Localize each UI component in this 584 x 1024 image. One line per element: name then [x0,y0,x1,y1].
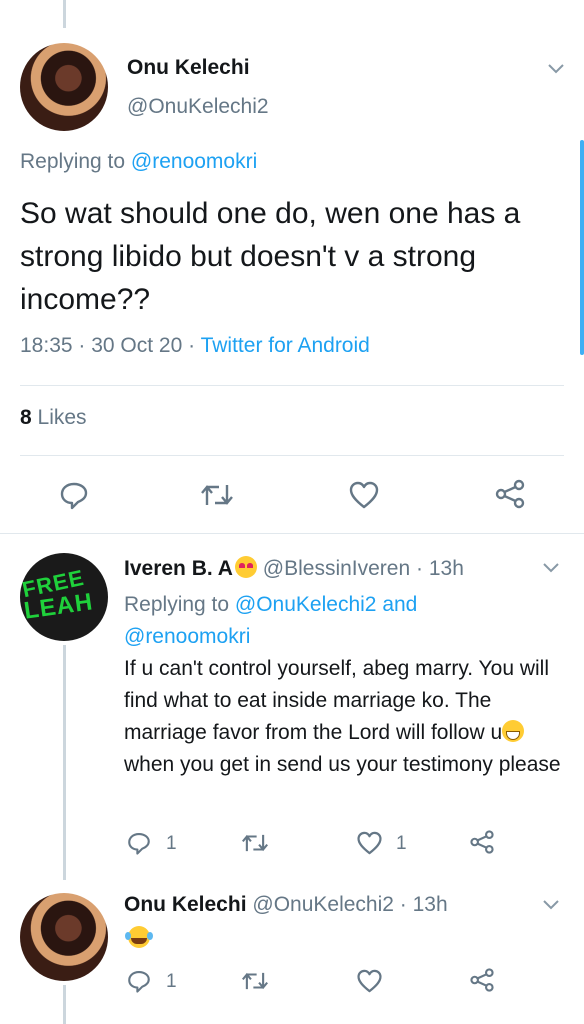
tweet-source[interactable]: Twitter for Android [201,334,370,357]
replying-prefix: Replying to [20,150,131,173]
thread-line [63,645,66,880]
tweet-meta: 18:35 · 30 Oct 20 · Twitter for Android [20,334,370,358]
replying-and: and [376,593,418,616]
share-icon[interactable] [494,478,526,510]
replying-to-link[interactable]: @renoomokri [131,150,257,173]
heart-eyes-emoji-icon [234,556,257,578]
author-name[interactable]: Onu Kelechi [127,56,250,80]
retweet-icon[interactable] [199,479,235,511]
chevron-down-icon[interactable] [540,556,562,578]
heart-icon[interactable] [356,830,383,856]
tweet-time: 18:35 [20,334,73,357]
divider [20,385,564,386]
tweet-age: 13h [428,557,464,580]
avatar[interactable]: FREE LEAH [20,553,108,641]
divider [0,533,584,534]
reply-text-part: If u can't control yourself, abeg marry.… [124,657,549,744]
tears-of-joy-emoji-icon [125,926,150,948]
reply-header: Onu Kelechi @OnuKelechi2 · 13h [124,893,448,916]
reply-text: If u can't control yourself, abeg marry.… [124,653,569,781]
divider [20,455,564,456]
meta-separator: · [182,334,201,357]
replying-prefix: Replying to [124,593,235,616]
grinning-emoji-icon [502,720,525,742]
retweet-icon[interactable] [240,830,270,856]
replying-to: Replying to @OnuKelechi2 and @renoomokri [124,589,554,653]
tweet-age: 13h [412,893,448,916]
tweet-date: 30 Oct 20 [91,334,183,357]
heart-icon[interactable] [356,968,383,994]
author-handle[interactable]: @OnuKelechi2 [252,893,394,916]
retweet-icon[interactable] [240,968,270,994]
likes-label: Likes [31,406,87,429]
heart-icon[interactable] [348,480,380,510]
replying-to: Replying to @renoomokri [20,150,257,174]
reply-icon[interactable] [126,968,152,994]
reply-header: Iveren B. A @BlessinIveren · 13h [124,556,464,580]
thread-line-top [63,0,66,28]
meta-separator: · [72,334,92,357]
avatar[interactable] [20,43,108,131]
reply-text-part: when you get in send us your testimony p… [124,753,561,776]
author-name[interactable]: Iveren B. A [124,557,233,580]
chevron-down-icon[interactable] [545,57,567,79]
reply-count: 1 [166,971,177,992]
like-count: 1 [396,833,407,854]
scrollbar[interactable] [580,140,584,355]
avatar[interactable] [20,893,108,981]
share-icon[interactable] [469,967,495,993]
author-handle[interactable]: @OnuKelechi2 [127,95,269,119]
likes-count: 8 [20,406,32,429]
replying-to-link[interactable]: @OnuKelechi2 [235,593,377,616]
reply-icon[interactable] [58,479,90,511]
likes-stat[interactable]: 8 Likes [20,406,87,430]
reply-icon[interactable] [126,830,152,856]
author-handle[interactable]: @BlessinIveren [263,557,410,580]
reply-text [125,926,150,950]
tweet-text: So wat should one do, wen one has a stro… [20,197,521,316]
chevron-down-icon[interactable] [540,893,562,915]
thread-line [63,985,66,1024]
author-name[interactable]: Onu Kelechi [124,893,247,916]
replying-to-link[interactable]: @renoomokri [124,625,250,648]
reply-count: 1 [166,833,177,854]
share-icon[interactable] [469,829,495,855]
